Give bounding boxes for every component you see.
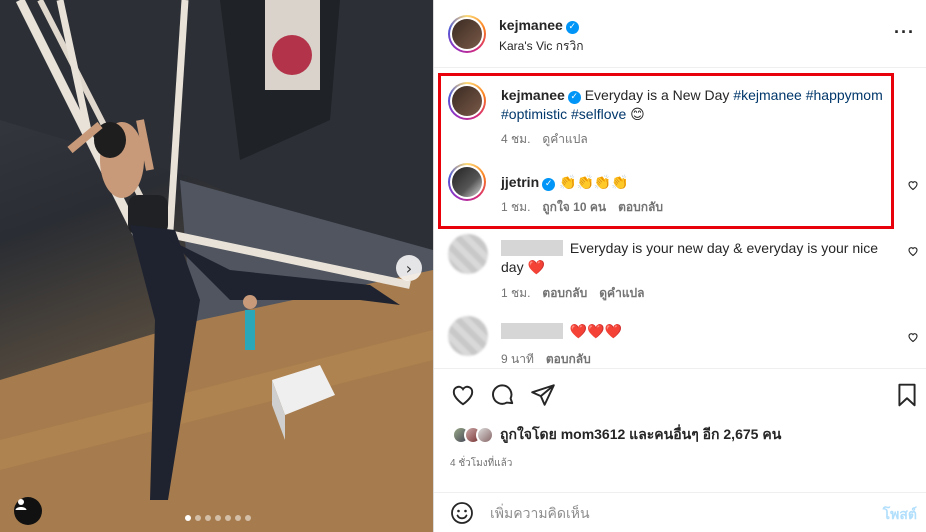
heart-icon[interactable] <box>450 382 476 408</box>
chevron-right-icon[interactable]: › <box>396 255 422 281</box>
carousel-dot <box>185 515 191 521</box>
post-photo[interactable]: › <box>0 0 433 532</box>
comment-icon[interactable] <box>490 382 516 408</box>
more-options-icon[interactable]: ··· <box>894 22 915 43</box>
action-bar <box>434 368 926 428</box>
share-icon[interactable] <box>530 382 556 408</box>
reply-button[interactable]: ตอบกลับ <box>542 284 587 303</box>
post-location[interactable]: Kara's Vic กรวิก <box>499 37 583 56</box>
avatar[interactable] <box>448 234 488 274</box>
comment-like-heart-icon[interactable] <box>907 179 919 191</box>
comment-meta: 1 ชม. ตอบกลับ ดูคำแปล <box>501 284 645 303</box>
blurred-username[interactable] <box>501 323 563 339</box>
comment-like-heart-icon[interactable] <box>907 245 919 257</box>
post-comment-button[interactable]: โพสต์ <box>883 504 917 526</box>
reply-button[interactable]: ตอบกลับ <box>546 350 591 369</box>
post-detail-pane: kejmanee ✓ Kara's Vic กรวิก ··· kejmanee ✓… <box>433 0 926 532</box>
author-username[interactable]: kejmanee <box>499 17 563 33</box>
post-header: kejmanee ✓ Kara's Vic กรวิก ··· <box>434 0 926 68</box>
bookmark-icon[interactable] <box>894 382 920 408</box>
comment-time[interactable]: 1 ชม. <box>501 284 530 303</box>
emoji-icon[interactable] <box>450 501 474 525</box>
liker-avatar <box>476 426 494 444</box>
avatar[interactable] <box>448 15 486 53</box>
comment-composer: โพสต์ <box>434 492 926 532</box>
translate-link[interactable]: ดูคำแปล <box>599 284 644 303</box>
carousel-dot <box>195 515 201 521</box>
carousel-dot <box>205 515 211 521</box>
likes-summary[interactable]: ถูกใจโดย mom3612 และคนอื่นๆ อีก 2,675 คน <box>452 424 781 446</box>
photo-illustration <box>0 0 433 532</box>
likes-count[interactable]: ถูกใจโดย mom3612 และคนอื่นๆ อีก 2,675 คน <box>500 424 781 446</box>
carousel-dot <box>235 515 241 521</box>
comment-text: ❤️❤️❤️ <box>569 323 623 339</box>
comment-like-heart-icon[interactable] <box>907 331 919 343</box>
carousel-dot <box>215 515 221 521</box>
comment-text: Everyday is your new day & everyday is y… <box>569 240 879 256</box>
comment-item: ❤️❤️❤️ 9 นาที ตอบกลับ <box>448 316 908 366</box>
comment-body: Everyday is your new day & everyday is y… <box>501 239 901 277</box>
comment-body: ❤️❤️❤️ <box>501 322 901 341</box>
verified-badge-icon: ✓ <box>565 21 579 34</box>
blurred-username[interactable] <box>501 240 563 256</box>
comment-time[interactable]: 9 นาที <box>501 350 534 369</box>
post-timestamp[interactable]: 4 ชั่วโมงที่แล้ว <box>450 456 512 471</box>
comment-item: Everyday is your new day & everyday is y… <box>448 234 908 304</box>
comment-text: day <box>501 259 524 275</box>
carousel-dots <box>185 515 251 521</box>
carousel-dot <box>245 515 251 521</box>
avatar[interactable] <box>448 316 488 356</box>
comment-input[interactable] <box>490 503 850 523</box>
carousel-dot <box>225 515 231 521</box>
comment-emoji: ❤️ <box>527 259 545 275</box>
user-tag-icon[interactable] <box>14 497 42 525</box>
comment-meta: 9 นาที ตอบกลับ <box>501 350 591 369</box>
highlight-box <box>438 73 894 229</box>
